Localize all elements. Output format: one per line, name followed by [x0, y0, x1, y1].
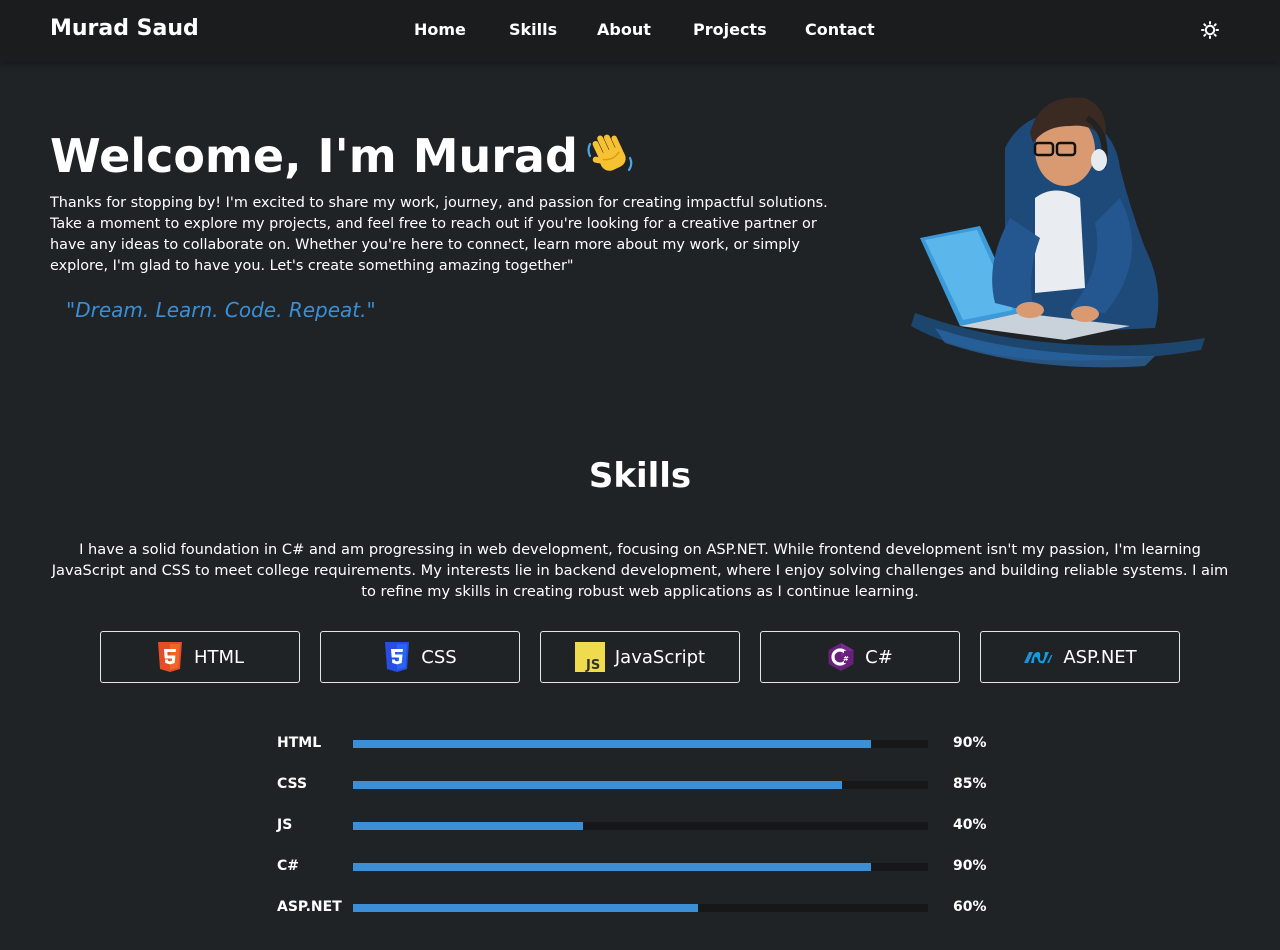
csharp-icon: # [828, 643, 854, 671]
skill-bar-label: ASP.NET [277, 899, 342, 915]
skill-bar-track [353, 822, 928, 830]
html5-icon [157, 642, 182, 672]
theme-toggle-button[interactable] [1199, 19, 1221, 41]
skill-card-javascript[interactable]: JS JavaScript [540, 631, 740, 683]
skill-bar-fill [353, 863, 871, 871]
nav-link-projects[interactable]: Projects [693, 20, 767, 39]
waving-hand-icon [584, 128, 636, 191]
skill-bar-percent: 90% [953, 735, 987, 751]
skill-bar-percent: 40% [953, 817, 987, 833]
skills-description: I have a solid foundation in C# and am p… [51, 541, 1229, 600]
skill-bar-track [353, 904, 928, 912]
nav-link-about[interactable]: About [597, 20, 651, 39]
skill-card-css[interactable]: CSS [320, 631, 520, 683]
skill-bar-track [353, 863, 928, 871]
css3-icon [385, 642, 410, 672]
nav-link-contact[interactable]: Contact [805, 20, 875, 39]
skill-bar-row: CSS 85% [0, 776, 1280, 796]
skill-card-label: C# [865, 646, 893, 668]
skill-card-label: ASP.NET [1063, 646, 1137, 668]
skill-bar-track [353, 740, 928, 748]
skill-bar-track [353, 781, 928, 789]
skill-bar-label: CSS [277, 776, 308, 792]
svg-text:JS: JS [585, 658, 600, 672]
hero-title: Welcome, I'm Murad [50, 128, 636, 191]
nav-links: Home Skills About Projects Contact [0, 20, 1280, 42]
skill-bar-percent: 90% [953, 858, 987, 874]
skills-title: Skills [588, 456, 692, 496]
skill-bar-fill [353, 904, 698, 912]
sun-icon [1201, 21, 1219, 39]
skill-card-label: CSS [421, 646, 457, 668]
nav-link-home[interactable]: Home [414, 20, 466, 39]
hero-quote: "Dream. Learn. Code. Repeat." [66, 298, 376, 322]
skill-bar-row: C# 90% [0, 858, 1280, 878]
dotnet-icon [1024, 652, 1053, 664]
skill-bar-row: ASP.NET 60% [0, 899, 1280, 919]
skill-bar-percent: 85% [953, 776, 987, 792]
skill-bar-label: C# [277, 858, 300, 874]
skill-bar-fill [353, 740, 871, 748]
skill-bar-label: JS [277, 817, 293, 833]
skill-bar-percent: 60% [953, 899, 987, 915]
skill-card-label: JavaScript [614, 646, 706, 668]
skill-card-csharp[interactable]: # C# [760, 631, 960, 683]
skill-card-label: HTML [193, 646, 245, 668]
nav-link-skills[interactable]: Skills [509, 20, 557, 39]
skill-bar-fill [353, 781, 842, 789]
skill-card-aspnet[interactable]: ASP.NET [980, 631, 1180, 683]
skill-card-html[interactable]: HTML [100, 631, 300, 683]
javascript-icon: JS [574, 642, 605, 672]
skill-bar-label: HTML [277, 735, 322, 751]
navbar: Murad Saud Home Skills About Projects Co… [0, 0, 1280, 62]
skill-bar-row: HTML 90% [0, 735, 1280, 755]
skill-bar-fill [353, 822, 583, 830]
hero-title-text: Welcome, I'm Murad [50, 129, 578, 183]
svg-text:#: # [843, 655, 849, 663]
hero-intro-text: Thanks for stopping by! I'm excited to s… [50, 195, 828, 274]
developer-illustration [905, 88, 1215, 378]
skill-bar-row: JS 40% [0, 817, 1280, 837]
